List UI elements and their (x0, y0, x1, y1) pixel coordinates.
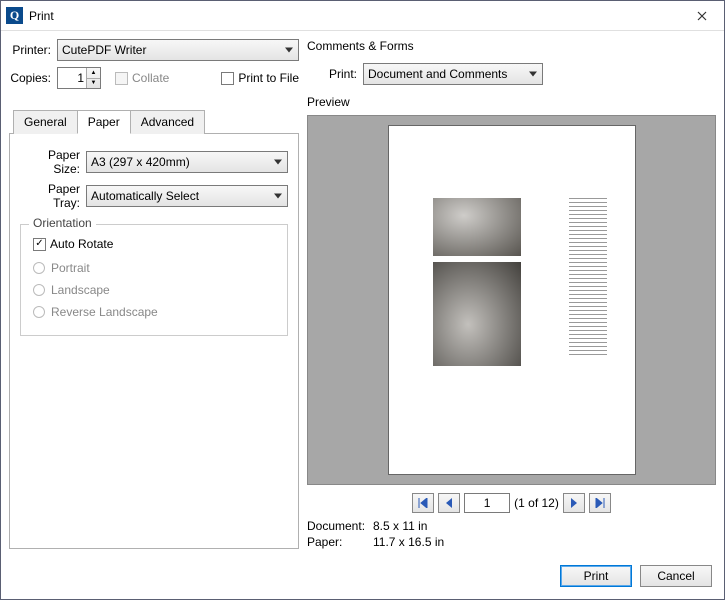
radio-icon (33, 262, 45, 274)
tab-strip: General Paper Advanced (9, 109, 299, 134)
dialog-footer: Print Cancel (1, 557, 724, 599)
app-icon: Q (6, 7, 23, 24)
preview-page (388, 125, 636, 475)
next-page-button[interactable] (563, 493, 585, 513)
print-to-file-checkbox[interactable]: Print to File (221, 71, 299, 85)
preview-image-1 (433, 198, 521, 256)
page-count-label: (1 of 12) (514, 496, 559, 510)
comments-print-label: Print: (307, 67, 363, 81)
copies-up-icon[interactable]: ▲ (87, 68, 100, 79)
close-button[interactable] (679, 2, 724, 30)
portrait-radio: Portrait (33, 261, 277, 275)
preview-label: Preview (307, 95, 716, 109)
copies-input[interactable] (58, 68, 86, 88)
auto-rotate-checkbox[interactable]: ✓ Auto Rotate (33, 237, 277, 251)
paper-dims-label: Paper: (307, 535, 373, 549)
paper-size-label: Paper Size: (20, 148, 86, 176)
copies-label: Copies: (9, 71, 57, 85)
paper-tray-select[interactable]: Automatically Select (86, 185, 288, 207)
orientation-group: Orientation ✓ Auto Rotate Portrait Lands… (20, 224, 288, 336)
reverse-landscape-radio: Reverse Landscape (33, 305, 277, 319)
last-page-button[interactable] (589, 493, 611, 513)
tab-advanced[interactable]: Advanced (130, 110, 205, 134)
printer-label: Printer: (9, 43, 57, 57)
document-dims-label: Document: (307, 519, 373, 533)
checkbox-icon (221, 72, 234, 85)
preview-text-column (569, 198, 607, 366)
titlebar: Q Print (1, 1, 724, 31)
checkbox-icon (115, 72, 128, 85)
preview-nav: (1 of 12) (307, 493, 716, 513)
preview-image-2 (433, 262, 521, 366)
page-number-input[interactable] (464, 493, 510, 513)
radio-icon (33, 306, 45, 318)
comments-print-select[interactable]: Document and Comments (363, 63, 543, 85)
checkbox-icon: ✓ (33, 238, 46, 251)
comments-forms-label: Comments & Forms (307, 39, 716, 53)
collate-checkbox: Collate (115, 71, 169, 85)
document-dims-value: 8.5 x 11 in (373, 519, 427, 533)
window-title: Print (29, 9, 679, 23)
paper-tray-label: Paper Tray: (20, 182, 86, 210)
copies-spinner[interactable]: ▲ ▼ (57, 67, 101, 89)
tab-panel-paper: Paper Size: A3 (297 x 420mm) Paper Tray:… (9, 134, 299, 549)
tab-general[interactable]: General (13, 110, 78, 134)
first-page-button[interactable] (412, 493, 434, 513)
tab-paper[interactable]: Paper (77, 110, 131, 134)
radio-icon (33, 284, 45, 296)
print-dialog: Q Print Printer: CutePDF Writer Copies: (0, 0, 725, 600)
paper-dims-value: 11.7 x 16.5 in (373, 535, 444, 549)
prev-page-button[interactable] (438, 493, 460, 513)
paper-size-select[interactable]: A3 (297 x 420mm) (86, 151, 288, 173)
copies-down-icon[interactable]: ▼ (87, 79, 100, 89)
preview-area (307, 115, 716, 485)
print-button[interactable]: Print (560, 565, 632, 587)
printer-select[interactable]: CutePDF Writer (57, 39, 299, 61)
cancel-button[interactable]: Cancel (640, 565, 712, 587)
landscape-radio: Landscape (33, 283, 277, 297)
